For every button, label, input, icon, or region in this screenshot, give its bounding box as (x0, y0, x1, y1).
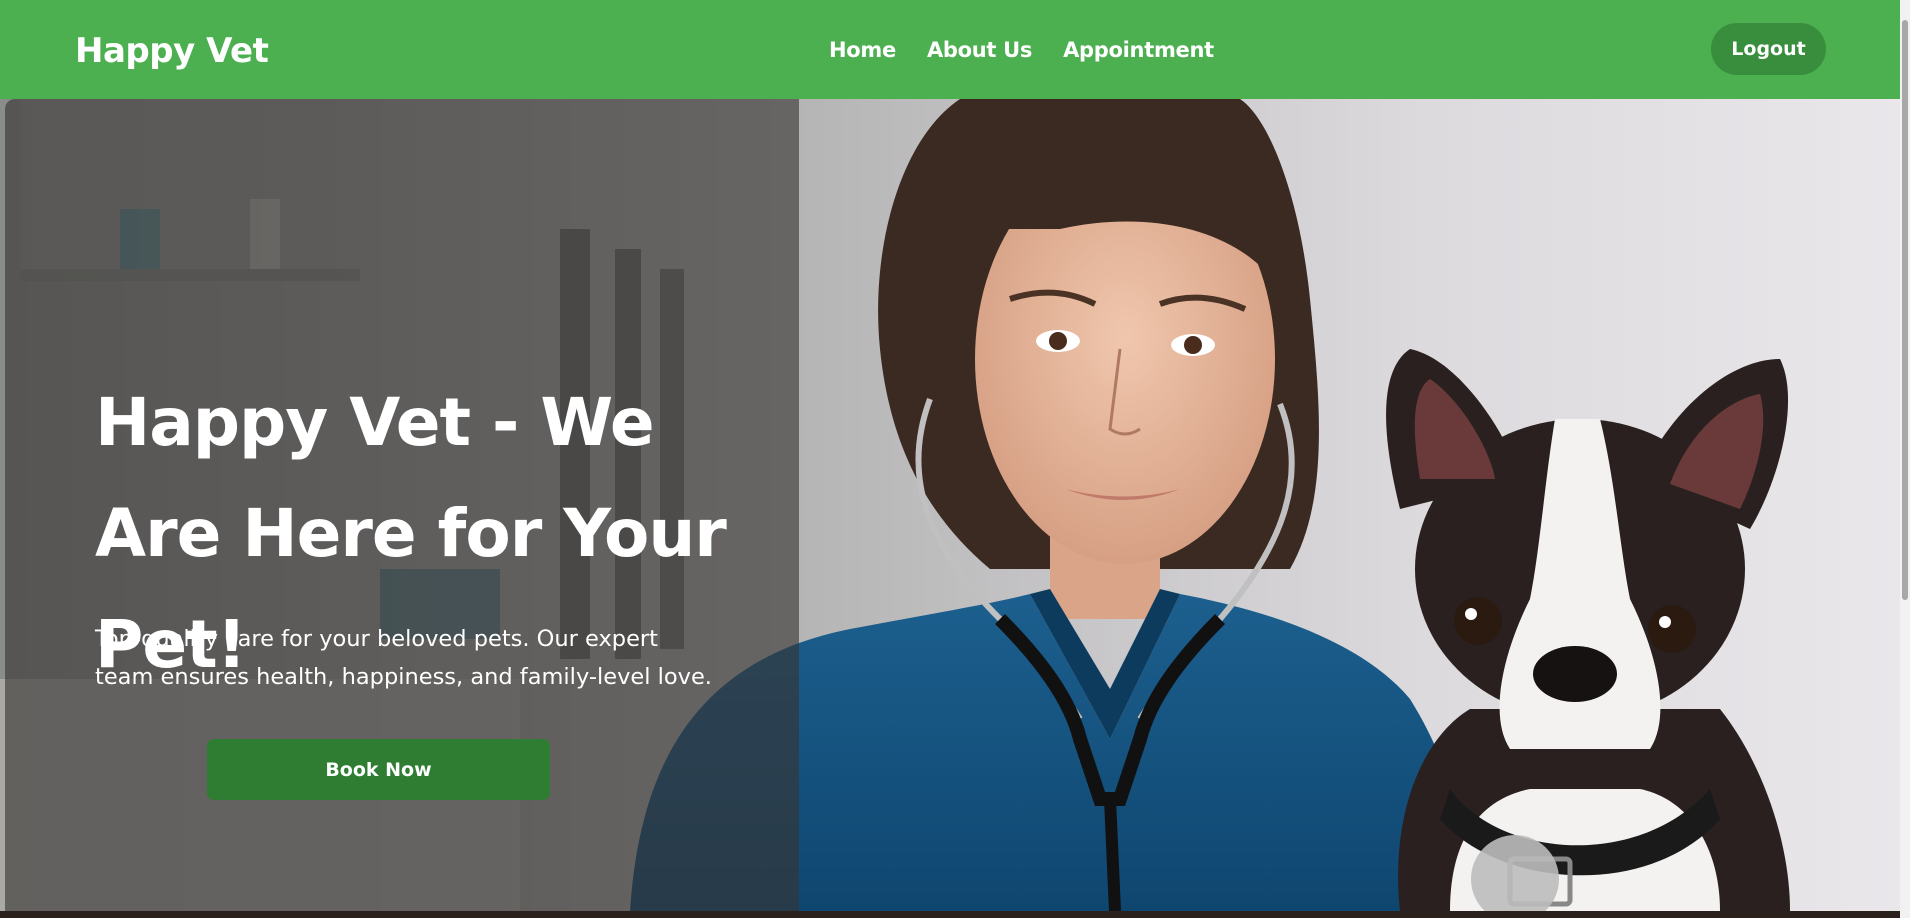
scrollbar-thumb[interactable] (1902, 20, 1908, 600)
top-navbar: Happy Vet Home About Us Appointment Logo… (0, 0, 1900, 99)
nav-link-about-us[interactable]: About Us (927, 38, 1032, 62)
page-bottom-edge (0, 911, 1900, 918)
nav-links: Home About Us Appointment (829, 38, 1214, 62)
hero-description: Top-quality care for your beloved pets. … (95, 626, 712, 690)
logout-button[interactable]: Logout (1711, 23, 1826, 75)
vertical-scrollbar[interactable] (1900, 0, 1910, 918)
nav-link-home[interactable]: Home (829, 38, 896, 62)
hero-section: Happy Vet - We Are Here for Your Pet! To… (0, 99, 1900, 911)
book-now-button[interactable]: Book Now (207, 739, 550, 800)
nav-link-appointment[interactable]: Appointment (1063, 38, 1214, 62)
brand-logo[interactable]: Happy Vet (75, 31, 269, 71)
